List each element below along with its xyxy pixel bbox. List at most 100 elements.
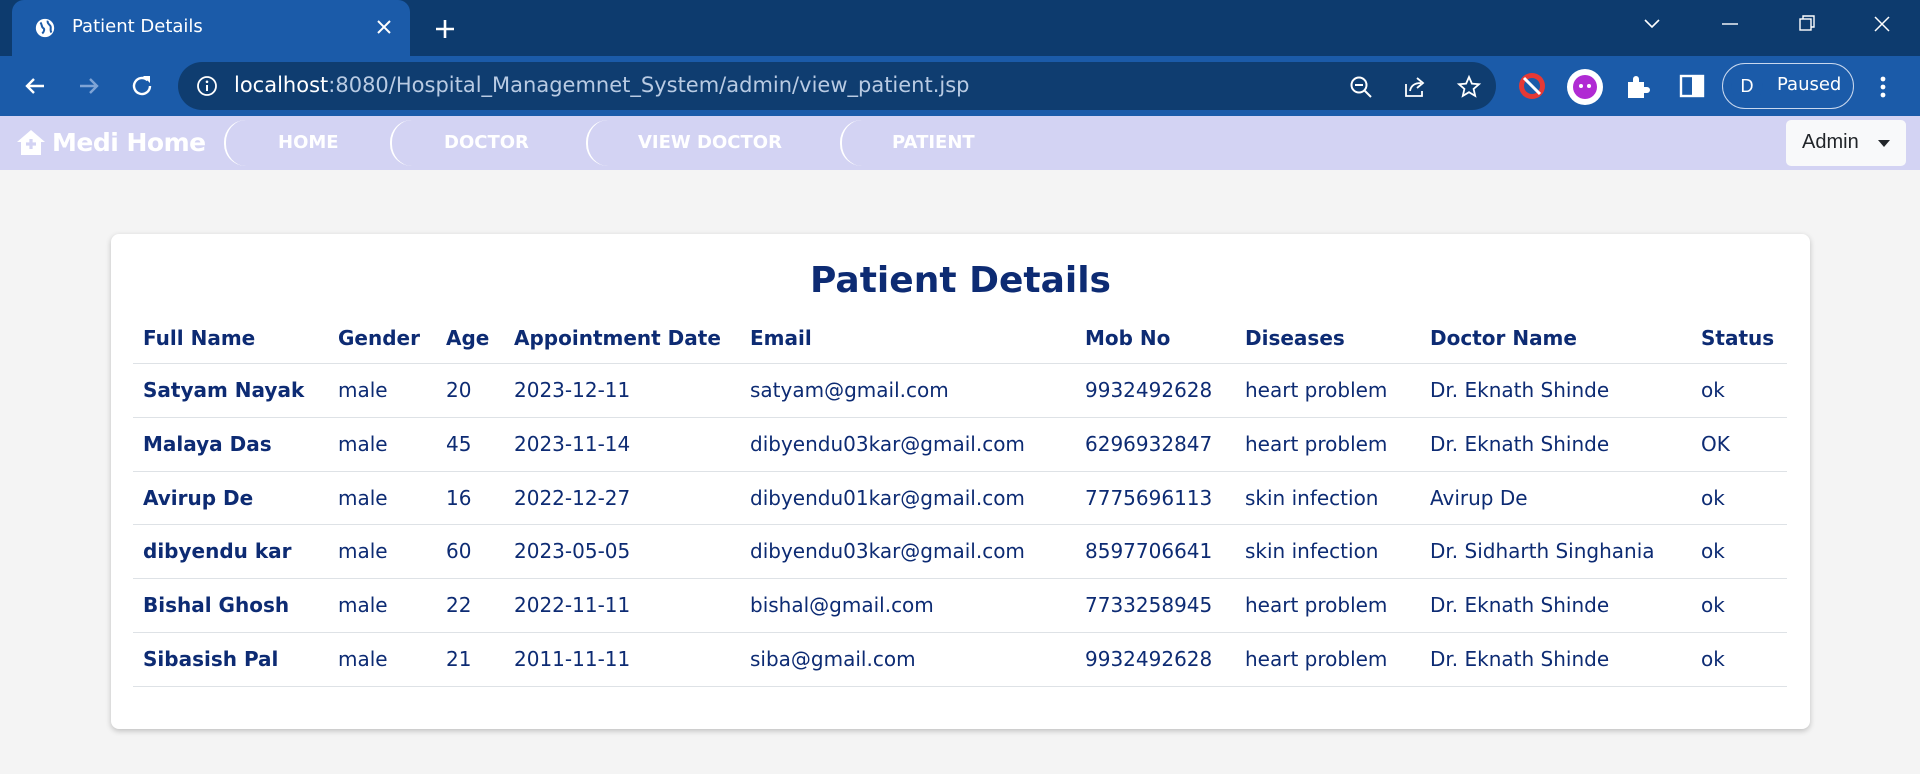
nav-item-view-doctor[interactable]: VIEW DOCTOR — [586, 120, 840, 166]
browser-tab-active[interactable]: Patient Details — [12, 0, 410, 56]
table-row: Malaya Das male 45 2023-11-14 dibyendu03kar@… — [133, 416, 1787, 471]
cell-email: satyam@gmail.com — [750, 378, 949, 402]
browser-tabstrip: Patient Details — [0, 0, 1920, 56]
hospital-house-icon — [17, 130, 45, 155]
close-icon[interactable] — [372, 15, 396, 39]
cell-full-name: Satyam Nayak — [143, 378, 305, 402]
brand-name: Medi Home — [52, 128, 206, 157]
cell-diseases: heart problem — [1245, 647, 1388, 671]
patient-details-card: Patient Details Full Name Gender Age App… — [111, 234, 1810, 729]
nav-label-view-doctor: VIEW DOCTOR — [638, 132, 782, 153]
cell-appointment-date: 2023-11-14 — [514, 431, 631, 456]
table-row: Satyam Nayak male 20 2023-12-11 satyam@gmail… — [133, 363, 1787, 417]
cell-age: 45 — [446, 431, 472, 456]
cell-mob-no: 9932492628 — [1085, 647, 1213, 671]
nav-item-home[interactable]: HOME — [224, 120, 394, 166]
nav-label-home: HOME — [278, 132, 339, 153]
cell-diseases: heart problem — [1245, 593, 1388, 618]
column-header-age: Age — [446, 326, 490, 350]
zoom-out-icon[interactable] — [1348, 74, 1374, 100]
browser-toolbar: localhost:8080/Hospital_Managemnet_Syste… — [0, 56, 1920, 116]
puzzle-icon[interactable] — [1622, 70, 1654, 102]
site-navbar: Medi Home HOME DOCTOR VIEW DOCTOR PATIEN… — [0, 116, 1920, 170]
share-icon[interactable] — [1402, 74, 1428, 100]
cell-email: dibyendu03kar@gmail.com — [750, 539, 1025, 564]
cell-age: 60 — [446, 539, 472, 564]
cell-status: ok — [1701, 378, 1725, 402]
plus-icon[interactable] — [430, 14, 460, 44]
sidebar-icon[interactable] — [1676, 70, 1708, 102]
admin-dropdown-button[interactable]: Admin — [1786, 120, 1906, 166]
cell-full-name: Avirup De — [143, 485, 254, 510]
cell-age: 16 — [446, 485, 472, 510]
table-bottom-border — [133, 686, 1787, 687]
url-text[interactable]: localhost:8080/Hospital_Managemnet_Syste… — [234, 73, 970, 97]
avatar: D — [1731, 70, 1763, 102]
forward-arrow-icon[interactable] — [74, 71, 104, 101]
cell-appointment-date: 2022-12-27 — [514, 485, 631, 510]
cell-mob-no: 9932492628 — [1085, 378, 1213, 402]
url-host: localhost — [234, 73, 329, 97]
cell-gender: male — [338, 485, 388, 510]
extension-icon[interactable] — [1516, 70, 1548, 102]
more-vert-icon[interactable] — [1870, 72, 1896, 102]
page-title: Patient Details — [810, 260, 1111, 301]
cell-mob-no: 8597706641 — [1085, 539, 1213, 564]
cell-mob-no: 6296932847 — [1085, 431, 1213, 456]
cell-status: ok — [1701, 647, 1725, 671]
window-close-icon[interactable] — [1864, 10, 1900, 38]
tab-title: Patient Details — [72, 16, 203, 37]
cell-mob-no: 7775696113 — [1085, 485, 1213, 510]
cell-age: 20 — [446, 378, 472, 402]
cell-gender: male — [338, 539, 388, 564]
cell-gender: male — [338, 647, 388, 671]
cell-mob-no: 7733258945 — [1085, 593, 1213, 618]
cell-status: OK — [1701, 431, 1730, 456]
table-row: Sibasish Pal male 21 2011-11-11 siba@gmail.c… — [133, 632, 1787, 686]
cell-appointment-date: 2023-12-11 — [514, 378, 631, 402]
cell-diseases: skin infection — [1245, 485, 1379, 510]
back-arrow-icon[interactable] — [20, 71, 50, 101]
cell-full-name: Sibasish Pal — [143, 647, 279, 671]
cell-doctor-name: Dr. Eknath Shinde — [1430, 593, 1610, 618]
cell-doctor-name: Avirup De — [1430, 485, 1528, 510]
star-icon[interactable] — [1456, 74, 1482, 100]
reload-icon[interactable] — [127, 71, 157, 101]
minimize-icon[interactable] — [1712, 10, 1748, 38]
table-row: Bishal Ghosh male 22 2022-11-11 bishal@gmail… — [133, 578, 1787, 632]
cell-doctor-name: Dr. Sidharth Singhania — [1430, 539, 1655, 564]
cell-age: 21 — [446, 647, 472, 671]
cell-appointment-date: 2023-05-05 — [514, 539, 631, 564]
column-header-gender: Gender — [338, 326, 420, 350]
nav-item-doctor[interactable]: DOCTOR — [390, 120, 586, 166]
cell-status: ok — [1701, 485, 1725, 510]
cell-doctor-name: Dr. Eknath Shinde — [1430, 378, 1610, 402]
nav-item-patient[interactable]: PATIENT — [840, 120, 1040, 166]
table-row: dibyendu kar male 60 2023-05-05 dibyendu03ka… — [133, 524, 1787, 578]
cell-gender: male — [338, 593, 388, 618]
cell-status: ok — [1701, 539, 1725, 564]
cell-email: dibyendu03kar@gmail.com — [750, 431, 1025, 456]
restore-icon[interactable] — [1788, 10, 1824, 38]
url-path: :8080/Hospital_Managemnet_System/admin/v… — [328, 73, 970, 97]
profile-button[interactable]: D Paused — [1722, 63, 1854, 109]
cell-email: siba@gmail.com — [750, 647, 916, 671]
cell-email: dibyendu01kar@gmail.com — [750, 485, 1025, 510]
column-header-status: Status — [1701, 326, 1775, 350]
address-bar[interactable]: localhost:8080/Hospital_Managemnet_Syste… — [178, 62, 1496, 110]
column-header-appointment-date: Appointment Date — [514, 326, 721, 350]
caret-down-icon — [1878, 140, 1890, 147]
cell-appointment-date: 2022-11-11 — [514, 593, 631, 618]
cell-diseases: skin infection — [1245, 539, 1379, 564]
info-icon[interactable] — [196, 75, 218, 97]
column-header-email: Email — [750, 326, 812, 350]
cell-gender: male — [338, 378, 388, 402]
nav-label-doctor: DOCTOR — [444, 132, 529, 153]
cell-full-name: Bishal Ghosh — [143, 593, 290, 618]
globe-icon — [35, 18, 55, 38]
chevron-down-icon[interactable] — [1634, 10, 1670, 38]
cell-email: bishal@gmail.com — [750, 593, 934, 618]
nav-label-patient: PATIENT — [892, 132, 975, 153]
cell-gender: male — [338, 431, 388, 456]
extension-icon[interactable] — [1566, 68, 1604, 106]
